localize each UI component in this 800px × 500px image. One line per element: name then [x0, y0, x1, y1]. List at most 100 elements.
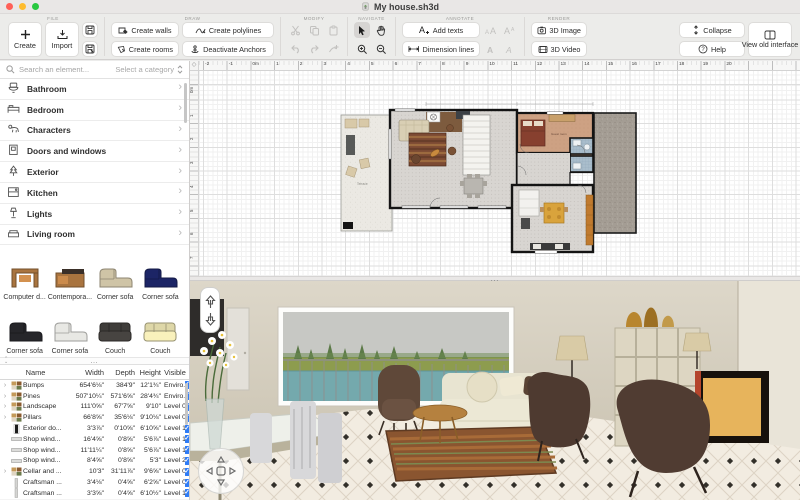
furniture-row[interactable]: Shop wind... 8'4⅝" 0'8⅝" 5'3" Level 2 ✓	[0, 456, 189, 467]
gravel-patio[interactable]	[594, 113, 636, 233]
sidebar-splitter[interactable]: ⌃⌄ …	[0, 357, 189, 365]
3d-image-button[interactable]: 3D Image	[531, 22, 587, 38]
save-as-button[interactable]	[82, 41, 98, 57]
category-selector[interactable]: Select a category	[115, 65, 183, 74]
column-header-width[interactable]: Width	[71, 368, 104, 377]
column-header-visible[interactable]: Visible	[161, 368, 189, 377]
cell-width: 11'11¼"	[71, 447, 104, 454]
add-texts-button[interactable]: A Add texts	[402, 22, 480, 38]
select-tool-icon[interactable]	[354, 22, 370, 38]
italic-text-icon[interactable]: A	[502, 41, 518, 57]
sidebar-category-exterior[interactable]: Exterior ›	[0, 162, 189, 183]
furniture-row[interactable]: Craftsman ... 3'3⅝" 0'4⅝" 6'10½" Level 1…	[0, 488, 189, 499]
render-3d-canvas[interactable]	[190, 281, 800, 500]
sidebar-category-lights[interactable]: Lights ›	[0, 204, 189, 225]
furniture-row[interactable]: Shop wind... 11'11¼" 0'8⅝" 5'6⅞" Level 1…	[0, 445, 189, 456]
sidebar-category-kitchen[interactable]: Kitchen ›	[0, 183, 189, 204]
undo-icon[interactable]	[287, 41, 303, 57]
visible-checkbox[interactable]: ✓	[185, 425, 189, 433]
row-expander-icon[interactable]: ›	[0, 382, 10, 389]
sidebar-category-characters[interactable]: Characters ›	[0, 121, 189, 142]
pan-tool-icon[interactable]	[373, 22, 389, 38]
group-items-icon[interactable]	[325, 41, 341, 57]
create-rooms-button[interactable]: Create rooms	[111, 41, 179, 57]
bold-text-icon[interactable]: A	[483, 41, 499, 57]
cell-width: 111'0⅝"	[71, 403, 104, 410]
furniture-row[interactable]: › Bumps 654'6⅛" 384'9" 12'1¾" Enviro... …	[0, 380, 189, 391]
create-button[interactable]: Create	[8, 22, 42, 57]
view-old-interface-button[interactable]: View old interface	[748, 22, 792, 57]
column-header-name[interactable]: Name	[0, 368, 71, 377]
row-expander-icon[interactable]: ›	[0, 468, 10, 475]
furniture-row[interactable]: Exterior do... 3'3⅞" 0'10⅝" 6'10⅝" Level…	[0, 423, 189, 434]
terrace-room[interactable]: Terrace	[341, 115, 392, 231]
create-polylines-button[interactable]: Create polylines	[182, 22, 274, 38]
visible-checkbox[interactable]: ✓	[185, 435, 189, 443]
furniture-thumbnail[interactable]: Corner sofa	[138, 248, 183, 303]
save-button[interactable]	[82, 22, 98, 38]
help-button[interactable]: ? Help	[679, 41, 745, 57]
visible-checkbox[interactable]: ✓	[185, 457, 189, 465]
sidebar-category-living-room[interactable]: Living room ›	[0, 225, 189, 246]
redo-icon[interactable]	[306, 41, 322, 57]
ruler-label: 3	[324, 62, 327, 67]
ruler-label: 19	[703, 62, 708, 67]
ruler-label: 7	[418, 62, 421, 67]
furniture-image	[7, 253, 43, 291]
furniture-row[interactable]: › Cellar and ... 10'3" 31'11⅞" 9'6⅝" Lev…	[0, 466, 189, 477]
furniture-image	[142, 307, 178, 345]
sidebar-category-bedroom[interactable]: Bedroom ›	[0, 100, 189, 121]
navigation-dpad[interactable]	[198, 448, 244, 494]
cut-icon[interactable]	[287, 22, 303, 38]
increase-text-size-icon[interactable]: AA	[483, 22, 499, 38]
furniture-row[interactable]: › Landscape 111'0⅝" 67'7⅝" 9'10" Level 0…	[0, 402, 189, 413]
furniture-thumbnail[interactable]: Corner sofa	[93, 248, 138, 303]
furniture-row[interactable]: › Pillars 66'8⅝" 35'6⅛" 9'10⅛" Level 0 ✓	[0, 412, 189, 423]
furniture-thumbnail[interactable]: Contempora...	[47, 248, 92, 303]
section-label-modify: MODIFY	[287, 15, 341, 22]
table-scrollbar[interactable]	[185, 383, 188, 425]
sidebar-category-bathroom[interactable]: Bathroom ›	[0, 79, 189, 100]
import-button[interactable]: Import	[45, 22, 79, 57]
visible-checkbox[interactable]: ✓	[185, 479, 189, 487]
furniture-row[interactable]: Shop wind... 16'4⅝" 0'8⅝" 5'6⅞" Level 1 …	[0, 434, 189, 445]
living-room[interactable]	[389, 109, 517, 208]
collapse-button[interactable]: Collapse	[679, 22, 745, 38]
ruler-corner-widget[interactable]: ◇	[190, 61, 199, 71]
visible-checkbox[interactable]: ✓	[185, 489, 189, 497]
column-header-height[interactable]: Height	[135, 368, 161, 377]
zoom-out-icon[interactable]	[373, 41, 389, 57]
search-input[interactable]: Search an element...	[19, 65, 111, 74]
create-walls-button[interactable]: Create walls	[111, 22, 179, 38]
dimension-lines-button[interactable]: Dimension lines	[402, 41, 480, 57]
row-expander-icon[interactable]: ›	[0, 414, 10, 421]
paste-icon[interactable]	[325, 22, 341, 38]
door-3d	[227, 308, 249, 390]
3d-video-button[interactable]: 3D Video	[531, 41, 587, 57]
visible-checkbox[interactable]: ✓	[185, 468, 189, 476]
furniture-thumbnail[interactable]: Corner sofa	[47, 303, 92, 358]
furniture-table-header[interactable]: Name Width Depth Height Visible	[0, 365, 189, 380]
plan-canvas[interactable]: Terrace	[199, 71, 800, 276]
furniture-thumbnail[interactable]: Corner sofa	[2, 303, 47, 358]
decrease-text-size-icon[interactable]: AA	[502, 22, 518, 38]
furniture-thumbnail[interactable]: Computer d...	[2, 248, 47, 303]
furniture-thumbnail[interactable]: Couch	[93, 303, 138, 358]
elevation-control[interactable]	[200, 287, 220, 333]
cell-width: 3'3⅝"	[71, 490, 104, 497]
ruler-label: 10	[489, 62, 494, 67]
copy-icon[interactable]	[306, 22, 322, 38]
furniture-row[interactable]: › Pines 507'10¼" 571'6⅝" 28'4¾" Enviro..…	[0, 391, 189, 402]
row-expander-icon[interactable]: ›	[0, 403, 10, 410]
row-expander-icon[interactable]: ›	[0, 393, 10, 400]
sidebar-category-doors-and-windows[interactable]: Doors and windows ›	[0, 141, 189, 162]
furniture-row[interactable]: Craftsman ... 3'4⅛" 0'4⅝" 6'2⅝" Level 0 …	[0, 477, 189, 488]
sidebar-scrollbar[interactable]	[184, 83, 187, 123]
deactivate-anchors-button[interactable]: Deactivate Anchors	[182, 41, 274, 57]
dpad-left-icon	[207, 468, 212, 474]
zoom-in-icon[interactable]	[354, 41, 370, 57]
dog-icon	[7, 123, 20, 135]
furniture-thumbnail[interactable]: Couch	[138, 303, 183, 358]
visible-checkbox[interactable]: ✓	[185, 446, 189, 454]
column-header-depth[interactable]: Depth	[104, 368, 135, 377]
